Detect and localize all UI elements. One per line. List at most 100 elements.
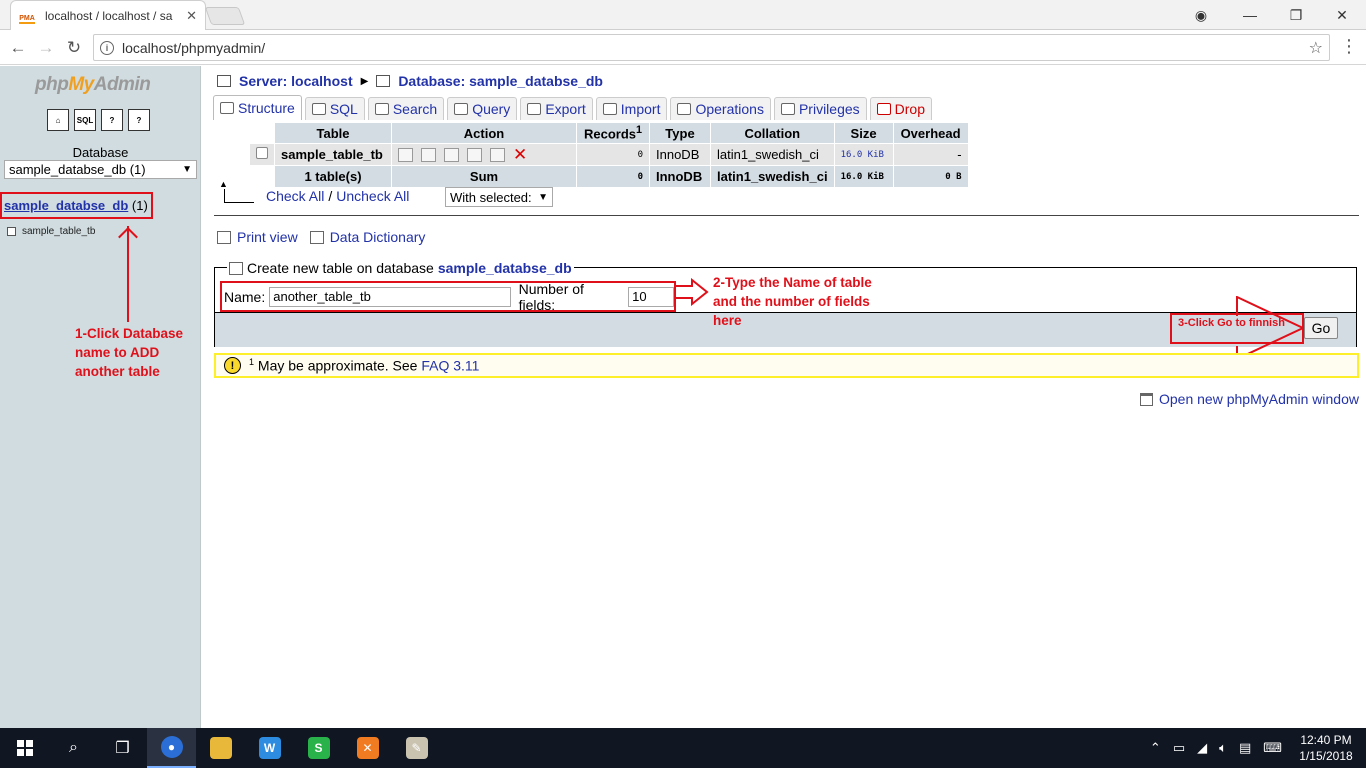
close-tab-icon[interactable]: ✕	[186, 8, 197, 24]
tab-drop[interactable]: Drop	[869, 97, 933, 120]
start-button[interactable]	[0, 728, 49, 768]
tab-operations[interactable]: Operations	[670, 97, 771, 120]
tab-privileges[interactable]: Privileges	[773, 97, 867, 120]
query-icon	[454, 103, 469, 115]
annotation-arrow-right	[674, 278, 709, 306]
header-size[interactable]: Size	[834, 123, 893, 143]
print-icon	[217, 230, 231, 244]
go-button[interactable]: Go	[1304, 317, 1338, 339]
drop-table-icon[interactable]: ✕	[513, 146, 528, 163]
table-link[interactable]: sample_table_tb	[7, 226, 95, 237]
windows-icon	[16, 740, 33, 756]
row-table-name[interactable]: sample_table_tb	[275, 144, 391, 165]
uncheck-all-link[interactable]: Uncheck All	[336, 188, 409, 204]
phpmyadmin-logo[interactable]: phpMyAdmin	[35, 74, 151, 96]
tab-structure[interactable]: Structure	[213, 95, 302, 120]
annotation-step-2: 2-Type the Name of table and the number …	[713, 275, 872, 328]
bookmark-star-icon[interactable]: ☆	[1309, 38, 1323, 58]
row-type: InnoDB	[650, 144, 710, 165]
minimize-button[interactable]: —	[1227, 0, 1273, 30]
taskbar-paint[interactable]: ✎	[392, 728, 441, 768]
insert-icon[interactable]	[467, 147, 482, 162]
taskbar-explorer[interactable]	[196, 728, 245, 768]
writer-icon: W	[258, 737, 281, 759]
info-icon[interactable]: i	[100, 40, 114, 55]
table-header-row: Table Action Records1 Type Collation Siz…	[250, 123, 968, 143]
left-navigation: phpMyAdmin ⌂ SQL ? ? Database sample_dat…	[0, 66, 201, 728]
breadcrumb-server[interactable]: Server: localhost	[239, 73, 353, 89]
row-overhead: -	[893, 144, 968, 165]
tab-import[interactable]: Import	[595, 97, 668, 120]
database-link-name[interactable]: sample_databse_db	[4, 198, 128, 213]
faq-link[interactable]: FAQ 3.11	[421, 358, 479, 374]
address-bar[interactable]: i localhost/phpmyadmin/ ☆	[93, 34, 1330, 61]
breadcrumb: Server: localhost ▶ Database: sample_dat…	[217, 73, 603, 89]
database-link[interactable]: sample_databse_db (1)	[0, 192, 153, 219]
chevron-up-icon[interactable]: ⌃	[1150, 740, 1161, 756]
server-icon	[217, 75, 231, 87]
warning-icon: !	[224, 357, 241, 374]
number-of-fields-input[interactable]: 10	[628, 286, 674, 307]
check-all-link[interactable]: Check All	[266, 188, 324, 204]
forward-icon[interactable]: →	[32, 34, 60, 62]
row-size[interactable]: 16.0 KiB	[834, 144, 893, 165]
new-window-link[interactable]: Open new phpMyAdmin window	[1159, 391, 1359, 407]
table-name-input[interactable]: another_table_tb	[269, 286, 511, 307]
header-collation: Collation	[711, 123, 834, 143]
profile-icon[interactable]: ◉	[1178, 0, 1224, 30]
fields-label: Number of fields:	[518, 280, 584, 313]
new-table-icon	[229, 261, 243, 275]
taskbar-spreadsheet[interactable]: S	[294, 728, 343, 768]
browser-tab[interactable]: PMA localhost / localhost / sa ✕	[10, 0, 206, 30]
with-selected-select[interactable]: With selected: ▼	[445, 187, 553, 207]
sum-table-count: 1 table(s)	[275, 166, 391, 187]
search-icon[interactable]: ⌕	[49, 728, 98, 768]
structure-action-icon[interactable]	[421, 147, 436, 162]
restore-button[interactable]: ❐	[1273, 0, 1319, 30]
favicon-icon: PMA	[19, 8, 35, 24]
sql-window-icon[interactable]: SQL	[74, 109, 96, 131]
data-dictionary-link[interactable]: Data Dictionary	[330, 229, 426, 245]
breadcrumb-database[interactable]: Database: sample_databse_db	[398, 73, 603, 89]
row-checkbox[interactable]	[256, 147, 268, 159]
search-action-icon[interactable]	[444, 147, 459, 162]
mysql-docs-icon[interactable]: ?	[128, 109, 150, 131]
documentation-icon[interactable]: ?	[101, 109, 123, 131]
annotation-box-inputs: Name: another_table_tb Number of fields:…	[220, 280, 676, 313]
task-view-icon[interactable]: ❐	[98, 728, 147, 768]
new-tab-button[interactable]	[204, 7, 246, 25]
empty-icon[interactable]	[490, 147, 505, 162]
table-row: sample_table_tb ✕ 0 InnoDB latin1_swedis…	[250, 144, 968, 165]
paint-icon: ✎	[405, 737, 428, 759]
back-icon[interactable]: ←	[4, 34, 32, 62]
menu-kebab-icon[interactable]: ⋮	[1340, 36, 1358, 57]
sum-collation: latin1_swedish_ci	[711, 166, 834, 187]
notification-icon[interactable]: ▤	[1239, 740, 1251, 756]
battery-icon[interactable]: ▭	[1173, 740, 1185, 756]
address-url[interactable]: localhost/phpmyadmin/	[122, 40, 265, 56]
close-window-button[interactable]: ✕	[1319, 0, 1365, 30]
browse-icon[interactable]	[398, 147, 413, 162]
keyboard-icon[interactable]: ⌨	[1263, 740, 1282, 756]
tab-search[interactable]: Search	[367, 97, 445, 120]
notice-box: ! 1 May be approximate. See FAQ 3.11	[214, 353, 1359, 378]
taskbar-xampp[interactable]: ✕	[343, 728, 392, 768]
home-icon[interactable]: ⌂	[47, 109, 69, 131]
print-view-link[interactable]: Print view	[237, 229, 298, 245]
network-icon[interactable]: ◢	[1197, 740, 1207, 756]
operations-icon	[677, 103, 692, 115]
volume-icon[interactable]: 🔈︎	[1219, 740, 1227, 756]
structure-table: Table Action Records1 Type Collation Siz…	[249, 122, 969, 188]
tab-query[interactable]: Query	[447, 97, 518, 120]
taskbar-writer[interactable]: W	[245, 728, 294, 768]
header-records[interactable]: Records1	[577, 123, 649, 143]
table-icon	[7, 227, 16, 236]
new-window-icon	[1140, 392, 1153, 406]
clock[interactable]: 12:40 PM 1/15/2018	[1294, 732, 1358, 764]
taskbar-chrome[interactable]: ●	[147, 728, 196, 768]
header-table[interactable]: Table	[275, 123, 391, 143]
database-select[interactable]: sample_databse_db (1) ▼	[4, 160, 197, 179]
tab-export[interactable]: Export	[520, 97, 593, 120]
tab-sql[interactable]: SQL	[304, 97, 365, 120]
reload-icon[interactable]: ↻	[60, 34, 88, 62]
